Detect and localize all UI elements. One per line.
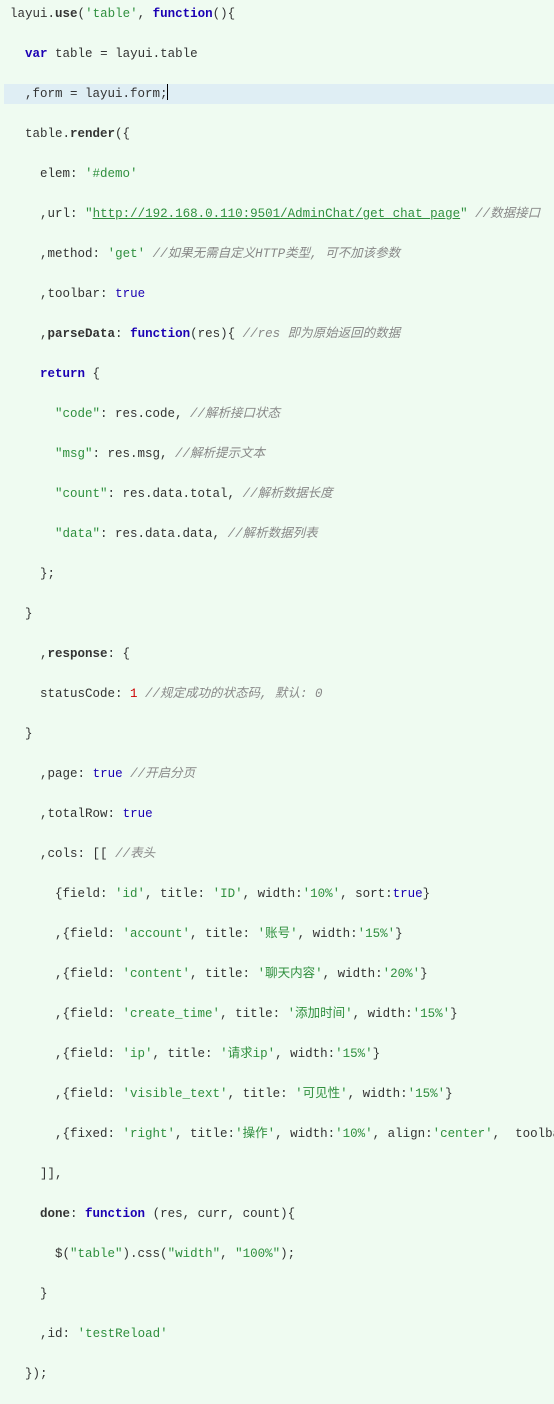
text-cursor (167, 84, 169, 100)
code-block: layui.use('table', function(){ var table… (4, 4, 554, 1404)
